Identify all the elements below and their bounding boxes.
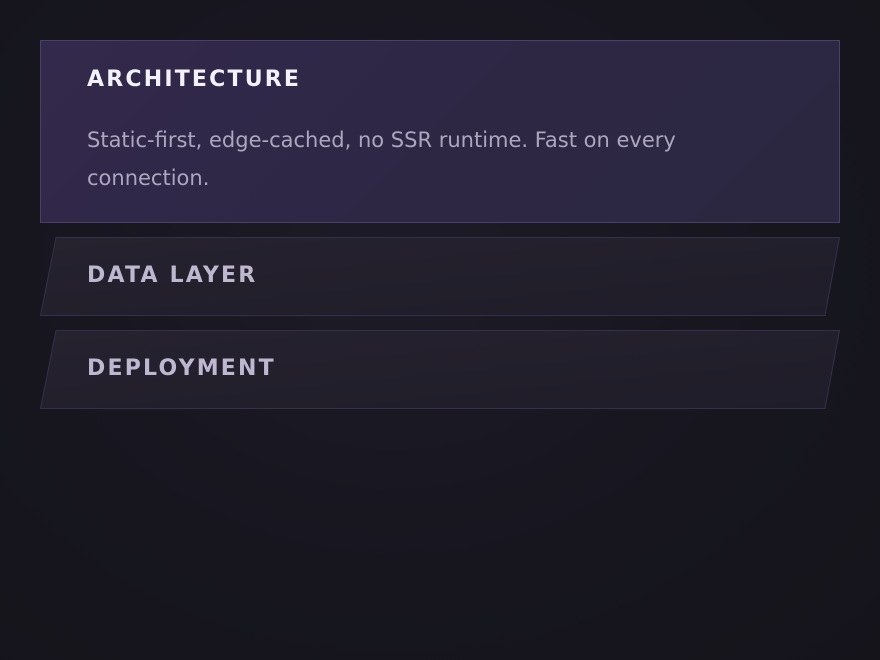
accordion-panel-architecture: ARCHITECTURE Static-first, edge-cached, …: [40, 40, 840, 223]
panel-header-data-layer[interactable]: DATA LAYER: [87, 261, 257, 291]
accordion: ARCHITECTURE Static-first, edge-cached, …: [40, 40, 840, 409]
panel-header-architecture[interactable]: ARCHITECTURE: [87, 65, 793, 95]
accordion-panel-data-layer[interactable]: DATA LAYER: [40, 237, 840, 316]
panel-body-architecture: Static-first, edge-cached, no SSR runtim…: [87, 128, 676, 190]
panel-header-deployment[interactable]: DEPLOYMENT: [87, 354, 276, 384]
accordion-panel-deployment[interactable]: DEPLOYMENT: [40, 330, 840, 409]
